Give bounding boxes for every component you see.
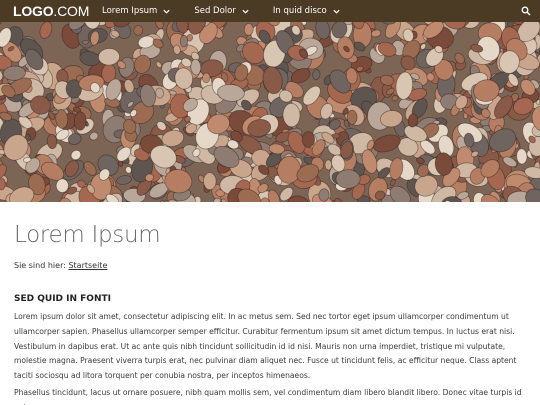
main-menu: Lorem Ipsum Sed Dolor In quid disco (102, 0, 364, 22)
hero-image-pebbles (0, 22, 540, 202)
section-heading: SED QUID IN FONTI (14, 294, 111, 304)
nav-item-sed-dolor[interactable]: Sed Dolor (194, 0, 250, 22)
nav-item-lorem-ipsum[interactable]: Lorem Ipsum (102, 0, 171, 22)
nav-item-label: In quid disco (272, 6, 327, 16)
page-title: Lorem Ipsum (14, 222, 161, 248)
nav-item-label: Sed Dolor (194, 6, 236, 16)
body-paragraph: Phasellus tincidunt, lacus ut ornare pos… (14, 388, 522, 405)
logo-text-main: LOGO (13, 3, 54, 19)
nav-item-label: Lorem Ipsum (102, 6, 158, 16)
nav-item-in-quid-disco[interactable]: In quid disco (273, 0, 341, 22)
pebbles-photo (0, 22, 540, 202)
site-logo[interactable]: LOGO.COM (13, 3, 89, 19)
chevron-down-icon (242, 9, 249, 14)
body-paragraph: Lorem ipsum dolor sit amet, consectetur … (14, 312, 517, 381)
top-navigation-bar: LOGO.COM Lorem Ipsum Sed Dolor In quid d… (0, 0, 540, 22)
breadcrumb-link-home[interactable]: Startseite (68, 261, 107, 270)
chevron-down-icon (163, 9, 170, 14)
breadcrumb: Sie sind hier: Startseite (14, 261, 107, 270)
search-icon[interactable] (521, 6, 531, 16)
logo-text-suffix: .COM (53, 3, 90, 19)
breadcrumb-prefix: Sie sind hier: (14, 261, 66, 270)
chevron-down-icon (333, 9, 340, 14)
